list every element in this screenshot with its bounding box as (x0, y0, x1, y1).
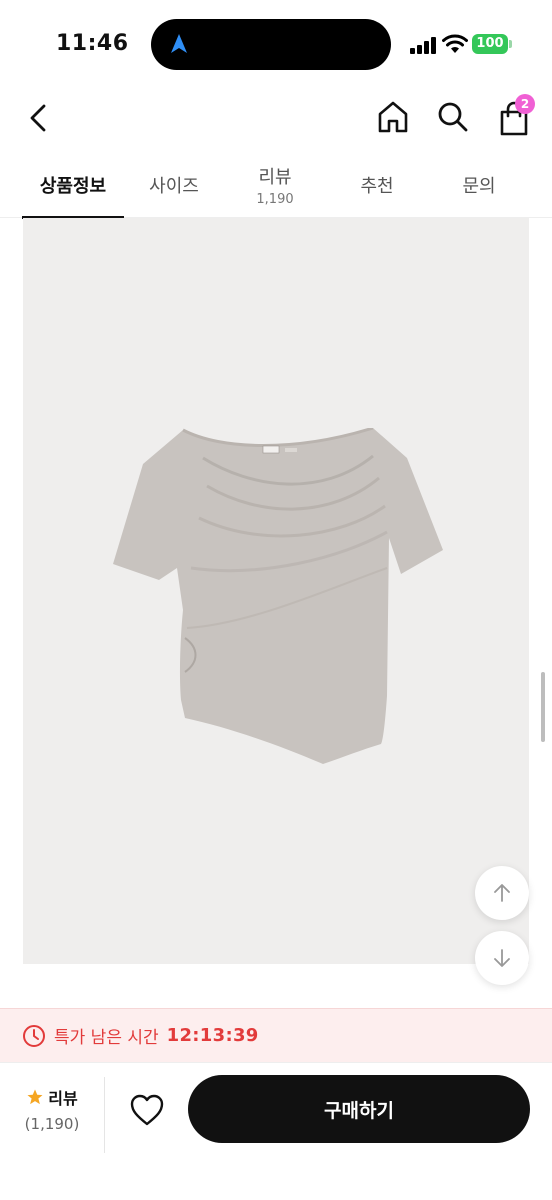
battery-icon: 100 (472, 34, 508, 54)
star-icon (27, 1089, 43, 1105)
tab-reviews[interactable]: 리뷰 1,190 (224, 152, 326, 217)
tab-size[interactable]: 사이즈 (124, 152, 224, 217)
signal-icon (410, 36, 438, 54)
product-image (23, 218, 529, 964)
wifi-icon (442, 34, 468, 53)
divider (104, 1077, 105, 1153)
scroll-up-button[interactable] (475, 866, 529, 920)
tab-label: 사이즈 (149, 175, 199, 197)
back-icon[interactable] (20, 98, 60, 138)
timer-label: 특가 남은 시간 (54, 1028, 159, 1048)
tab-label: 추천 (360, 175, 394, 197)
tab-label: 상품정보 (39, 175, 107, 197)
tab-inquiry[interactable]: 문의 (428, 152, 530, 217)
review-summary[interactable]: 리뷰 (1,190) (20, 1085, 84, 1133)
scroll-down-button[interactable] (475, 931, 529, 985)
status-time: 11:46 (56, 31, 129, 56)
clock-icon (23, 1024, 45, 1047)
sale-timer-bar: 특가 남은 시간 12:13:39 (0, 1008, 552, 1062)
battery-tip (509, 40, 512, 48)
home-icon[interactable] (372, 96, 414, 138)
buy-button[interactable]: 구매하기 (188, 1075, 530, 1143)
top-header (0, 90, 552, 150)
navigation-arrow-icon (171, 34, 187, 53)
tab-review-count: 1,190 (256, 191, 294, 207)
tab-product-info[interactable]: 상품정보 (22, 152, 124, 219)
scrollbar[interactable] (541, 672, 545, 742)
product-tshirt-image (113, 428, 443, 764)
arrow-down-icon (494, 949, 510, 967)
tab-label: 리뷰 (258, 166, 292, 188)
bottom-action-bar: 리뷰 (1,190) 구매하기 (0, 1062, 552, 1200)
review-label: 리뷰 (48, 1089, 78, 1108)
cart-count-badge: 2 (515, 94, 535, 114)
status-bar: 11:46 100 (0, 0, 552, 90)
heart-icon[interactable] (128, 1091, 166, 1129)
tab-recommend[interactable]: 추천 (326, 152, 428, 217)
tab-label: 문의 (462, 175, 496, 197)
search-icon[interactable] (432, 96, 474, 138)
timer-countdown: 12:13:39 (166, 1025, 259, 1046)
review-count: (1,190) (24, 1115, 80, 1133)
dynamic-island (151, 19, 391, 70)
tab-bar: 상품정보 사이즈 리뷰 1,190 추천 문의 (0, 152, 552, 219)
arrow-up-icon (494, 884, 510, 902)
